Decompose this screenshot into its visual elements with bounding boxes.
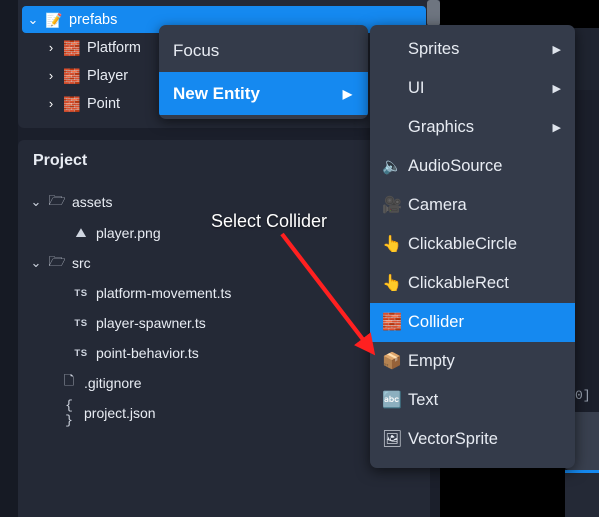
hierarchy-item-label: Platform — [87, 39, 141, 56]
annotation-label: Select Collider — [211, 211, 328, 231]
submenu-item-label: Sprites — [408, 40, 460, 58]
submenu-item-label: AudioSource — [408, 157, 503, 175]
submenu-item-audiosource[interactable]: 🔈 AudioSource — [370, 147, 575, 186]
image-file-icon: ⛰ — [75, 225, 87, 240]
pointing-hand-icon: 👆 — [382, 235, 402, 253]
vertical-scrollbar-thumb[interactable] — [427, 0, 440, 26]
folder-icon: 🗁 — [48, 253, 66, 269]
submenu-item-sprites[interactable]: Sprites ▶ — [370, 30, 575, 69]
abcd-input-icon: 🔤 — [382, 391, 402, 409]
hierarchy-item-label: Point — [87, 95, 121, 112]
project-item-label: .gitignore — [84, 375, 142, 391]
brick-wall-icon: 🧱 — [382, 313, 402, 331]
submenu-item-label: Collider — [408, 313, 464, 331]
generic-file-icon: 🗋 — [63, 373, 75, 388]
pointing-hand-icon: 👆 — [382, 274, 402, 292]
submenu-item-label: VectorSprite — [408, 430, 498, 448]
project-panel: Project ⌄ 🗁 assets ⛰ player.png ⌄ 🗁 src … — [18, 140, 430, 517]
chevron-right-icon: ▶ — [342, 86, 352, 101]
chevron-right-icon: ▶ — [552, 83, 561, 95]
typescript-file-icon: TS — [74, 287, 88, 299]
project-item-project-json[interactable]: { } project.json — [36, 398, 156, 428]
project-item-label: player-spawner.ts — [96, 315, 206, 331]
inspector-value-fragment: 0] — [575, 388, 591, 403]
inspector-sliver-top-black — [565, 0, 599, 28]
menu-item-new-entity[interactable]: New Entity ▶ — [159, 72, 368, 115]
left-gutter — [0, 0, 18, 517]
submenu-item-camera[interactable]: 🎥 Camera — [370, 186, 575, 225]
editor-window: 0] ⌄ 📝 prefabs › 🧱 Platform › 🧱 Player ›… — [0, 0, 599, 517]
project-item-label: project.json — [84, 405, 156, 421]
project-item-label: assets — [72, 194, 113, 210]
chevron-down-icon[interactable]: ⌄ — [24, 194, 48, 210]
chevron-right-icon[interactable]: › — [40, 97, 62, 110]
chevron-right-icon[interactable]: › — [40, 41, 62, 54]
brick-wall-icon: 🧱 — [63, 67, 81, 84]
menu-item-label: New Entity — [173, 83, 260, 103]
speaker-icon: 🔈 — [382, 157, 402, 175]
submenu-item-graphics[interactable]: Graphics ▶ — [370, 108, 575, 147]
movie-camera-icon: 🎥 — [382, 196, 402, 214]
project-item-gitignore[interactable]: 🗋 .gitignore — [36, 370, 142, 396]
submenu-item-label: Graphics — [408, 118, 475, 136]
inspector-sliver-footer — [565, 473, 599, 517]
submenu-item-label: UI — [408, 79, 425, 97]
hierarchy-item-label: Player — [87, 67, 129, 84]
submenu-item-clickablerect[interactable]: 👆 ClickableRect — [370, 264, 575, 303]
menu-item-label: Focus — [173, 40, 220, 60]
submenu-item-text[interactable]: 🔤 Text — [370, 381, 575, 420]
submenu-item-label: Text — [408, 391, 439, 409]
submenu-item-ui[interactable]: UI ▶ — [370, 69, 575, 108]
project-item-platform-movement[interactable]: TS platform-movement.ts — [48, 280, 231, 306]
chevron-right-icon: ▶ — [552, 122, 561, 134]
brick-wall-icon: 🧱 — [63, 95, 81, 112]
chevron-down-icon[interactable]: ⌄ — [22, 13, 44, 26]
project-item-player-spawner[interactable]: TS player-spawner.ts — [48, 310, 206, 336]
project-panel-title: Project — [33, 152, 88, 169]
project-item-assets[interactable]: ⌄ 🗁 assets — [24, 189, 113, 215]
submenu-item-collider[interactable]: 🧱 Collider — [370, 303, 575, 342]
project-item-player-png[interactable]: ⛰ player.png — [48, 220, 161, 246]
folder-icon: 🗁 — [48, 192, 66, 208]
submenu-item-empty[interactable]: 📦 Empty — [370, 342, 575, 381]
prefab-file-icon: 📝 — [45, 11, 63, 28]
hierarchy-item-label: prefabs — [69, 11, 118, 28]
project-item-label: src — [72, 255, 91, 271]
project-item-label: player.png — [96, 225, 161, 241]
submenu-item-vectorsprite[interactable]: 🖼 VectorSprite — [370, 420, 575, 459]
new-entity-submenu: Sprites ▶ UI ▶ Graphics ▶ 🔈 AudioSource … — [370, 25, 575, 468]
menu-item-focus[interactable]: Focus — [159, 29, 368, 72]
context-menu: Focus New Entity ▶ — [159, 25, 368, 119]
package-icon: 📦 — [382, 352, 402, 370]
typescript-file-icon: TS — [74, 317, 88, 329]
project-item-label: platform-movement.ts — [96, 285, 232, 301]
project-item-point-behavior[interactable]: TS point-behavior.ts — [48, 340, 199, 366]
submenu-item-clickablecircle[interactable]: 👆 ClickableCircle — [370, 225, 575, 264]
brick-wall-icon: 🧱 — [63, 39, 81, 56]
picture-icon: 🖼 — [382, 430, 403, 448]
json-file-icon: { } — [65, 398, 73, 428]
chevron-down-icon[interactable]: ⌄ — [24, 255, 48, 271]
submenu-item-label: Empty — [408, 352, 455, 370]
submenu-item-label: ClickableRect — [408, 274, 509, 292]
project-item-label: point-behavior.ts — [96, 345, 199, 361]
submenu-item-label: Camera — [408, 196, 467, 214]
typescript-file-icon: TS — [74, 347, 88, 359]
submenu-item-label: ClickableCircle — [408, 235, 518, 253]
chevron-right-icon[interactable]: › — [40, 69, 62, 82]
chevron-right-icon: ▶ — [552, 44, 561, 56]
project-item-src[interactable]: ⌄ 🗁 src — [24, 250, 91, 276]
